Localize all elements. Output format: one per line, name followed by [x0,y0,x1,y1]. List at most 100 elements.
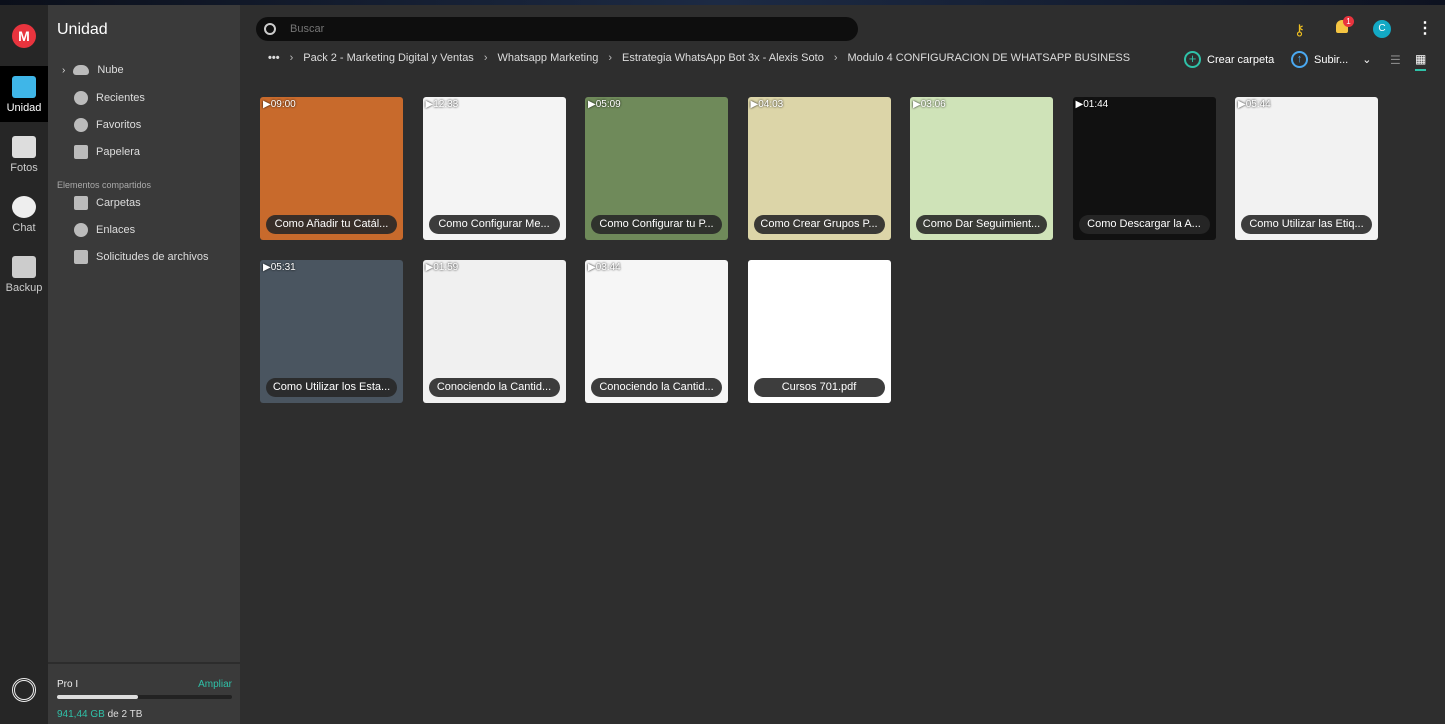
storage-bar-fill [57,695,138,699]
storage-bar [57,695,232,699]
rail-item-chat[interactable]: Chat [0,186,48,242]
file-name: Como Configurar Me... [428,215,560,234]
shared-folder-icon [74,196,88,210]
sidebar-item-label: Carpetas [96,197,141,209]
file-name: Como Utilizar las Etiq... [1241,215,1372,234]
shared-section-title: Elementos compartidos [57,180,152,190]
file-tile[interactable]: ▶05:31 Como Utilizar los Esta... [260,260,403,403]
backup-icon [12,256,36,278]
create-folder-button[interactable]: + Crear carpeta [1184,51,1274,68]
breadcrumb-item[interactable]: Pack 2 - Marketing Digital y Ventas [303,52,474,64]
file-name: Como Añadir tu Catál... [266,215,397,234]
video-duration: ▶03:44 [588,262,621,273]
photo-icon [12,136,36,158]
file-tile[interactable]: ▶09:00 Como Añadir tu Catál... [260,97,403,240]
file-tile[interactable]: ▶03:44 Conociendo la Cantid... [585,260,728,403]
file-name: Como Crear Grupos P... [753,215,885,234]
grid-view-icon[interactable]: ▦ [1415,52,1427,71]
notification-badge: 1 [1343,16,1354,27]
video-duration: ▶05:31 [263,262,296,273]
main-area: ⚷ 1 C ⋮ ••• › Pack 2 - Marketing Digital… [240,5,1445,724]
rail-label: Chat [12,222,36,234]
trash-icon [74,145,88,159]
sidebar-item-label: Solicitudes de archivos [96,251,209,263]
sidebar-item-papelera[interactable]: Papelera [74,145,140,159]
sidebar-item-carpetas[interactable]: Carpetas [74,196,141,210]
sidebar-item-nube[interactable]: › Nube [62,64,124,76]
file-tile[interactable]: ▶01:59 Conociendo la Cantid... [422,260,566,403]
search-icon [264,23,276,35]
sidebar-item-solicitudes[interactable]: Solicitudes de archivos [74,250,209,264]
sidebar-item-label: Papelera [96,146,141,158]
create-folder-label: Crear carpeta [1207,53,1275,66]
search-input[interactable] [290,23,790,35]
video-duration: ▶01:59 [425,262,459,273]
upload-label: Subir... [1314,53,1349,66]
sidebar-item-favoritos[interactable]: Favoritos [74,118,141,132]
mega-logo[interactable]: M [12,24,36,48]
sidebar-title: Unidad [57,21,108,38]
chevron-right-icon[interactable]: › [62,65,65,76]
folder-icon [12,76,36,98]
chat-icon [12,196,36,218]
upload-icon: ↑ [1291,51,1308,68]
upgrade-link[interactable]: Ampliar [198,679,232,690]
file-name: Conociendo la Cantid... [591,378,722,397]
rail-label: Fotos [10,162,38,174]
video-duration: ▶03:06 [913,99,946,110]
upload-button[interactable]: ↑ Subir... ⌄ [1291,51,1371,68]
file-request-icon [74,250,88,264]
sidebar-item-enlaces[interactable]: Enlaces [74,223,135,237]
transfers-icon[interactable] [12,678,36,702]
rail-label: Backup [5,282,43,294]
app-rail: M Unidad Fotos Chat Backup [0,5,48,724]
sidebar-item-label: Recientes [96,92,145,104]
clock-icon [74,91,88,105]
sidebar-item-label: Enlaces [96,224,136,236]
file-name: Como Configurar tu P... [591,215,722,234]
file-name: Como Utilizar los Esta... [266,378,397,397]
storage-panel: Pro I Ampliar 941,44 GB de 2 TB [48,662,240,724]
sidebar-item-recientes[interactable]: Recientes [74,91,145,105]
storage-used: 941,44 GB [57,709,105,720]
breadcrumb-separator: › [608,52,613,64]
video-duration: ▶05:44 [1238,99,1271,110]
file-tile[interactable]: ▶05:09 Como Configurar tu P... [585,97,728,240]
sidebar-item-label: Favoritos [96,119,142,131]
rail-label: Unidad [6,102,42,114]
storage-usage: 941,44 GB de 2 TB [57,709,142,720]
key-icon[interactable]: ⚷ [1294,21,1305,39]
breadcrumb-item[interactable]: Estrategia WhatsApp Bot 3x - Alexis Soto [622,52,824,64]
heart-icon [74,118,88,132]
video-duration: ▶01:44 [1075,99,1109,110]
rail-item-unidad[interactable]: Unidad [0,66,48,122]
plan-name: Pro I [57,679,79,690]
breadcrumb-item[interactable]: Whatsapp Marketing [497,52,598,64]
rail-item-backup[interactable]: Backup [0,246,48,302]
storage-total: de 2 TB [107,709,143,720]
file-tile[interactable]: ▶05:44 Como Utilizar las Etiq... [1235,97,1378,240]
file-name: Cursos 701.pdf [753,378,885,397]
file-tile[interactable]: ▶03:06 Como Dar Seguimient... [910,97,1053,240]
file-tile[interactable]: ▶01:44 Como Descargar la A... [1072,97,1216,240]
breadcrumb-item[interactable]: Modulo 4 CONFIGURACION DE WHATSAPP BUSIN… [847,52,1130,64]
breadcrumb-more-icon[interactable]: ••• [268,52,280,64]
chevron-down-icon[interactable]: ⌄ [1362,53,1371,66]
search-bar[interactable] [256,17,858,41]
plus-circle-icon: + [1184,51,1201,68]
breadcrumb: ••• › Pack 2 - Marketing Digital y Venta… [268,52,1130,64]
link-icon [74,223,88,237]
file-name: Como Dar Seguimient... [916,215,1047,234]
avatar[interactable]: C [1373,20,1391,38]
file-tile[interactable]: ▶12:33 Como Configurar Me... [422,97,566,240]
list-view-icon[interactable]: ☰ [1390,53,1401,67]
rail-item-fotos[interactable]: Fotos [0,126,48,182]
file-tile[interactable]: Cursos 701.pdf [747,260,891,403]
breadcrumb-separator: › [833,52,838,64]
file-tile[interactable]: ▶04:03 Como Crear Grupos P... [747,97,891,240]
video-duration: ▶04:03 [750,99,784,110]
breadcrumb-separator: › [483,52,488,64]
cloud-icon [73,65,90,75]
sidebar-item-label: Nube [97,64,124,76]
more-menu-icon[interactable]: ⋮ [1417,18,1433,38]
